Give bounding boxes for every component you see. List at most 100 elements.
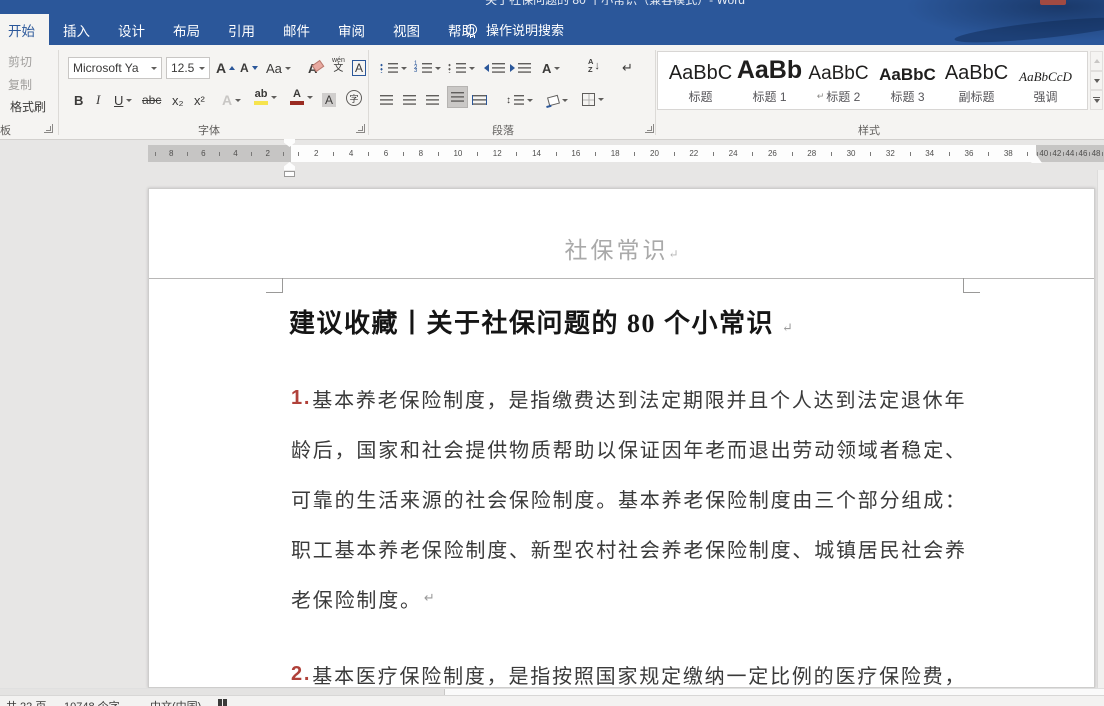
change-case-button[interactable]: Aa [266,57,291,79]
show-marks-button[interactable]: ↵ [622,57,633,79]
horizontal-ruler[interactable]: 8642 2 4 6 8 10 12 14 16 18 20 22 24 26 28 30 32 34 36 38 … [0,145,1104,162]
enclose-characters-button[interactable]: 字 [346,87,362,109]
styles-scroll-down-button[interactable] [1090,70,1103,91]
vertical-scrollbar[interactable] [1097,170,1104,688]
clipboard-dialog-launcher[interactable] [44,124,53,133]
tab-视图[interactable]: 视图 [379,14,434,45]
style-sample: AaBbCcD [1019,69,1072,84]
triangle-down-icon [1093,78,1100,83]
document-body[interactable]: 1. 基本养老保险制度，是指缴费达到法定期限并且个人达到法定退休年 龄后，国家和社会… [291,373,971,688]
copy-button[interactable]: 复制 [8,76,32,93]
shading-button[interactable] [547,89,568,111]
status-bar: 共 22 页 10748 个字 中文(中国) [0,695,1104,706]
align-right-button[interactable] [426,89,439,111]
page-count[interactable]: 共 22 页 [6,698,46,706]
styles-more-button[interactable] [1090,90,1103,111]
superscript-button[interactable]: x² [194,89,205,111]
align-left-button[interactable] [380,89,393,111]
highlight-button[interactable]: ab [254,86,277,108]
asian-layout-button[interactable]: A [542,57,561,79]
word-count[interactable]: 10748 个字 [64,698,120,706]
italic-button[interactable]: I [96,89,100,111]
style-标题 3[interactable]: AaBbC 标题 3 [873,54,942,109]
distribute-button[interactable] [472,89,487,111]
borders-button[interactable] [582,88,604,110]
ruler-number: 34 [925,149,935,158]
language-status[interactable]: 中文(中国) [150,698,201,706]
strikethrough-button[interactable]: abc [142,89,161,111]
asian-layout-icon: A [542,60,552,76]
tab-插入[interactable]: 插入 [49,14,104,45]
ruler-number: 44 [1065,149,1075,158]
ruler-number: 28 [807,149,817,158]
paragraph-dialog-launcher[interactable] [645,124,654,133]
character-shading-button[interactable]: A [322,89,337,111]
justify-button[interactable] [447,86,468,108]
ruler-number: 8 [418,149,424,158]
decrease-indent-button[interactable] [484,57,505,79]
sort-button[interactable]: AZ ↓ [588,55,600,77]
body-line: 可靠的生活来源的社会保险制度。基本养老保险制度由三个部分组成： [291,473,971,523]
phonetic-guide-button[interactable]: wén 文 [332,54,345,76]
format-painter-button[interactable]: 格式刷 [10,98,46,115]
increase-indent-button[interactable] [510,57,531,79]
numbering-button[interactable]: 1 2 3 [414,57,442,79]
bold-button[interactable]: B [74,89,83,111]
chevron-down-icon [562,98,568,102]
horizontal-scrollbar[interactable] [0,688,1104,696]
grow-font-button[interactable]: A [216,57,236,79]
chevron-down-icon [527,98,533,102]
style-标题[interactable]: AaBbC 标题 [666,54,735,109]
text-effects-button[interactable]: A [222,89,242,111]
style-强调[interactable]: AaBbCcD 强调 [1011,54,1080,109]
tab-审阅[interactable]: 审阅 [324,14,379,45]
align-center-button[interactable] [403,89,416,111]
ruler-number: 6 [383,149,389,158]
chevron-down-icon [284,66,291,70]
numbered-list-icon: 1 2 3 [414,61,418,75]
page[interactable]: 社保常识↵ 建议收藏丨关于社保问题的 80 个小常识 ↵ 1. 基本养老保险制度，… [148,188,1095,688]
bullets-button[interactable] [380,57,407,79]
style-标题 1[interactable]: AaBb 标题 1 [735,54,804,109]
body-line: 龄后，国家和社会提供物质帮助以保证因年老而退出劳动领域者稳定、 [291,423,971,473]
tab-设计[interactable]: 设计 [104,14,159,45]
style-副标题[interactable]: AaBbC 副标题 [942,54,1011,109]
font-color-icon: A [290,89,304,105]
style-name: 强调 [1033,90,1058,104]
shrink-font-button[interactable]: A [240,57,258,79]
cut-button[interactable]: 剪切 [8,53,32,70]
tab-邮件[interactable]: 邮件 [269,14,324,45]
character-border-button[interactable]: A [352,57,367,79]
font-color-button[interactable]: A [290,86,313,108]
body-text: 基本医疗保险制度，是指按照国家规定缴纳一定比例的医疗保险费， [312,665,967,688]
chevron-down-icon [199,66,205,70]
font-dialog-launcher[interactable] [356,124,365,133]
tab-布局[interactable]: 布局 [159,14,214,45]
font-size-combo[interactable]: 12.5 [166,57,210,79]
tab-开始[interactable]: 开始 [0,14,49,45]
line-spacing-button[interactable]: ↕ [506,89,533,111]
body-text: 老保险制度。 [291,589,422,612]
body-line: 老保险制度。 ↵ [291,573,971,623]
chevron-down-icon [126,98,133,102]
ruler-text-area: 2 4 6 8 10 12 14 16 18 20 22 24 26 28 30 32 34 36 38 [291,145,1036,162]
caret-down-icon [251,66,258,70]
pilcrow-mark: ↵ [782,320,793,335]
style-name: 标题 2 [826,90,861,104]
subscript-button[interactable]: x₂ [172,89,184,111]
align-left-icon [380,95,393,105]
ruler-number: 26 [767,149,777,158]
style-标题 2[interactable]: AaBbC ↵ 标题 2 [804,54,873,109]
left-indent-marker[interactable] [284,170,295,177]
chevron-down-icon [235,98,242,102]
multilevel-list-icon [448,63,451,73]
font-name-combo[interactable]: Microsoft Ya [68,57,162,79]
multilevel-list-button[interactable] [448,57,475,79]
underline-button[interactable]: U [114,89,133,111]
clear-formatting-button[interactable]: A [308,57,317,79]
caret-up-icon [229,66,236,70]
style-sample: AaBbC [944,62,1009,84]
tab-引用[interactable]: 引用 [214,14,269,45]
tell-me-search[interactable]: 操作说明搜索 [466,14,564,45]
styles-scroll-up-button[interactable] [1090,51,1103,71]
